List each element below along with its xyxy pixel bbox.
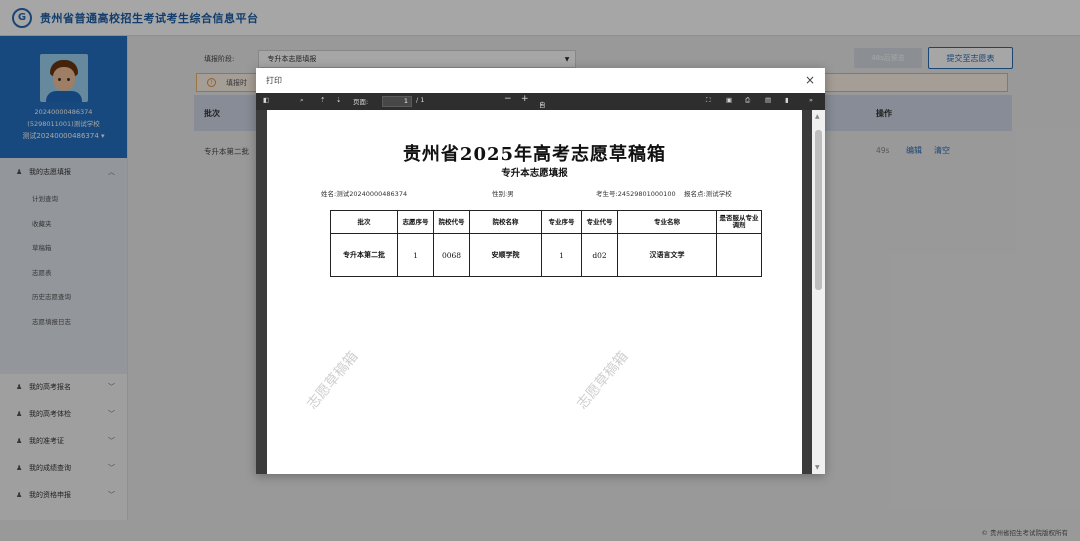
print-icon[interactable]: ⎙ <box>745 96 750 105</box>
search-icon[interactable]: ⌕ <box>300 96 304 105</box>
cell-major-name: 汉语言文学 <box>617 233 717 277</box>
page-number-input[interactable]: 1 <box>382 96 412 107</box>
scrollbar[interactable]: ▲ ▼ <box>812 110 825 474</box>
page-label: 页面: <box>353 98 369 106</box>
info-gender: 性别:男 <box>492 190 514 198</box>
table-row: 专升本第二批 1 0068 安顺学院 1 d02 汉语言文学 <box>330 233 762 277</box>
print-dialog: 打印 × ◧ ⌕ ⇡ ⇣ 页面: 1 / 1 − + 自动缩放 ⌄ ⛶ ▣ ⎙ … <box>256 68 825 474</box>
scrollbar-thumb[interactable] <box>815 130 822 290</box>
zoom-in-button[interactable]: + <box>521 94 529 104</box>
cell-school-name: 安顺学院 <box>469 233 542 277</box>
pdf-viewer: ◧ ⌕ ⇡ ⇣ 页面: 1 / 1 − + 自动缩放 ⌄ ⛶ ▣ ⎙ ▤ ▮ »… <box>256 93 825 474</box>
th-school-name: 院校名称 <box>469 210 542 234</box>
close-icon[interactable]: × <box>805 73 815 87</box>
info-name: 姓名:测试20240000486374 <box>321 190 408 198</box>
th-major-name: 专业名称 <box>617 210 717 234</box>
page-total: / 1 <box>416 96 425 104</box>
download-icon[interactable]: ▤ <box>765 96 771 104</box>
dialog-header: 打印 × <box>256 68 825 93</box>
th-batch: 批次 <box>330 210 398 234</box>
watermark: 志愿草稿箱 <box>574 348 632 413</box>
cell-volunteer-no: 1 <box>397 233 434 277</box>
th-school-code: 院校代号 <box>433 210 470 234</box>
more-tools-icon[interactable]: » <box>809 96 813 104</box>
info-student-no: 考生号:24529801000100 <box>596 190 676 198</box>
chevron-down-icon: ⌄ <box>539 99 545 107</box>
pdf-toolbar: ◧ ⌕ ⇡ ⇣ 页面: 1 / 1 − + 自动缩放 ⌄ ⛶ ▣ ⎙ ▤ ▮ » <box>256 93 825 139</box>
cell-major-code: d02 <box>581 233 618 277</box>
dialog-title: 打印 <box>266 76 282 85</box>
cell-batch: 专升本第二批 <box>330 233 398 277</box>
volunteer-table: 批次 志愿序号 院校代号 院校名称 专业序号 专业代号 专业名称 是否服从专业调… <box>330 210 762 277</box>
info-site: 报名点:测试学校 <box>684 190 732 198</box>
table-header-row: 批次 志愿序号 院校代号 院校名称 专业序号 专业代号 专业名称 是否服从专业调… <box>330 210 762 234</box>
watermark: 志愿草稿箱 <box>304 348 362 413</box>
open-file-icon[interactable]: ▣ <box>726 96 732 104</box>
document-title: 贵州省2025年高考志愿草稿箱 <box>402 144 667 165</box>
bookmark-icon[interactable]: ▮ <box>785 96 789 104</box>
cell-major-no: 1 <box>541 233 582 277</box>
pdf-page: 贵州省2025年高考志愿草稿箱 专升本志愿填报 姓名:测试20240000486… <box>267 110 802 474</box>
th-major-code: 专业代号 <box>581 210 618 234</box>
scroll-down-icon[interactable]: ▼ <box>815 464 820 471</box>
next-page-icon[interactable]: ⇣ <box>336 96 341 104</box>
scroll-up-icon[interactable]: ▲ <box>815 113 820 120</box>
cell-school-code: 0068 <box>433 233 470 277</box>
document-subtitle: 专升本志愿填报 <box>501 168 568 179</box>
cell-adjust <box>716 233 762 277</box>
previous-page-icon[interactable]: ⇡ <box>320 96 325 104</box>
zoom-out-button[interactable]: − <box>504 94 512 104</box>
sidebar-toggle-icon[interactable]: ◧ <box>263 96 269 104</box>
th-major-no: 专业序号 <box>541 210 582 234</box>
th-adjust: 是否服从专业调剂 <box>716 210 762 234</box>
th-volunteer-no: 志愿序号 <box>397 210 434 234</box>
fullscreen-icon[interactable]: ⛶ <box>706 96 711 105</box>
